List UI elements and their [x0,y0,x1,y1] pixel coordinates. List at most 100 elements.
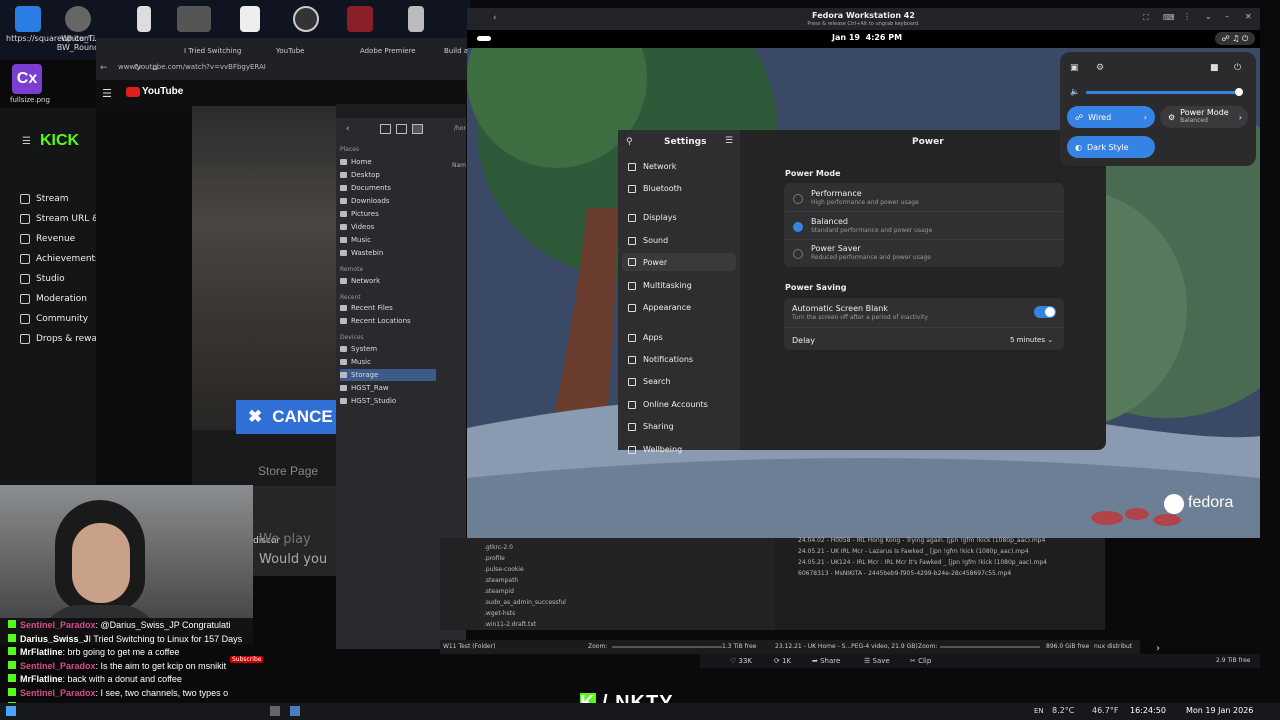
taskbar-date[interactable]: Mon 19 Jan 2026 [1186,706,1253,715]
settings-nav-multitasking[interactable]: Multitasking [628,281,692,290]
chevron-right-icon[interactable]: › [1144,113,1147,122]
url-bar[interactable]: www.youtube.com/watch?v=vvBFbgyERAI [118,63,266,71]
volume-slider-knob[interactable] [1234,88,1243,96]
share-button[interactable]: ➦ Share [812,657,840,665]
wired-toggle[interactable]: ☍ Wired › [1067,106,1155,128]
save-button[interactable]: ☰ Save [864,657,890,665]
auto-blank-toggle[interactable] [1034,306,1056,318]
grid-view-icon[interactable] [380,124,391,134]
sidebar-item-desktop[interactable]: Desktop [340,169,436,181]
kick-nav-stream-url[interactable]: Stream URL & [20,214,99,224]
power-mode-option[interactable]: Power Saver Reduced performance and power… [811,244,931,261]
browser-tab[interactable]: Build a [444,42,468,60]
activities-indicator[interactable] [477,36,491,41]
sidebar-item-music[interactable]: Music [340,234,436,246]
file-row[interactable]: .win11-2.draft.txt [484,621,536,628]
desktop-icon-rs[interactable] [338,2,382,34]
file-row[interactable]: .wget-hsts [484,610,515,617]
back-icon[interactable]: ← [100,63,108,73]
lock-icon[interactable]: ■ [1210,63,1219,73]
settings-nav-online-accounts[interactable]: Online Accounts [628,400,708,409]
video-file-row[interactable]: 60678313 - MsNIKITA - 2445beb9-f905-4299… [798,570,1011,577]
fullscreen-icon[interactable]: ⛶ [1143,13,1149,23]
settings-nav-appearance[interactable]: Appearance [628,303,691,312]
path-bar[interactable]: /hor [454,125,466,132]
settings-nav-power[interactable]: Power [622,253,736,271]
power-mode-toggle[interactable]: ⚙ Power Mode Balanced › [1160,106,1248,128]
menu-icon[interactable]: ☰ [725,136,733,146]
subscribe-button[interactable]: Subscribe [230,656,264,663]
chat-username[interactable]: Darius_Swiss_J [20,634,89,644]
sidebar-item-recent-locations[interactable]: Recent Locations [340,315,436,327]
file-row[interactable]: .pulse-cookie [484,566,524,573]
minimize-icon[interactable]: – [1225,12,1229,21]
sidebar-item-storage[interactable]: Storage [340,369,436,381]
back-icon[interactable]: ‹ [493,13,497,23]
keyboard-icon[interactable]: ⌨ [1163,13,1175,22]
list-view-icon[interactable] [396,124,407,134]
kick-nav-drops[interactable]: Drops & rewa [20,334,97,344]
radio-performance[interactable] [793,194,803,204]
radio-balanced[interactable] [793,222,803,232]
language-indicator[interactable]: EN [1034,707,1044,715]
chat-username[interactable]: MrFlatline [20,647,63,657]
chevron-down-icon[interactable]: ⌄ [1205,12,1212,21]
power-mode-option[interactable]: Performance High performance and power us… [811,189,919,206]
volume-slider[interactable] [1086,88,1243,96]
cancel-button[interactable]: ✖ CANCE [236,400,346,434]
dark-style-toggle[interactable]: ◐ Dark Style [1067,136,1155,158]
more-icon[interactable]: ⋮ [1183,12,1191,21]
chat-username[interactable]: MrFlatline [20,674,63,684]
menu-icon[interactable]: ☰ [22,136,31,147]
desktop-icon-doc2[interactable] [228,2,272,34]
power-icon[interactable]: ⏻ [1234,63,1241,73]
kick-nav-moderation[interactable]: Moderation [20,294,87,304]
chat-username[interactable]: Sentinel_Paradox [20,620,96,630]
radio-power-saver[interactable] [793,249,803,259]
back-icon[interactable]: ‹ [346,124,350,134]
chevron-right-icon[interactable]: › [1239,113,1242,122]
sidebar-item-videos[interactable]: Videos [340,221,436,233]
kick-nav-community[interactable]: Community [20,314,88,324]
gnome-clock[interactable]: Jan 19 4:26 PM [832,33,902,42]
kick-nav-achievements[interactable]: Achievements [20,254,100,264]
sidebar-item-network[interactable]: Network [340,275,436,287]
file-row[interactable]: .steampid [484,588,514,595]
column-header-name[interactable]: Nam [452,162,466,169]
settings-nav-sound[interactable]: Sound [628,236,668,245]
cx-app-icon[interactable]: Cx [12,64,42,94]
file-row[interactable]: .steampath [484,577,518,584]
delay-dropdown[interactable]: 5 minutes ⌄ [1010,336,1053,344]
video-file-row[interactable]: 24.05.21 - UK IRL Mcr - Lazarus Is Fawke… [798,548,1029,555]
kick-nav-studio[interactable]: Studio [20,274,65,284]
file-row[interactable]: .profile [484,555,505,562]
chevron-right-icon[interactable]: › [1156,643,1160,654]
settings-nav-displays[interactable]: Displays [628,213,677,222]
sidebar-item-system[interactable]: System [340,343,436,355]
search-icon[interactable]: ⚲ [626,137,633,147]
desktop-icon-doc[interactable] [122,2,166,34]
desktop-icon-game[interactable] [172,2,216,34]
start-icon[interactable] [6,706,16,716]
kick-nav-stream[interactable]: Stream [20,194,69,204]
clip-button[interactable]: ✂ Clip [910,657,931,665]
taskbar-clock[interactable]: 16:24:50 [1130,706,1166,715]
sidebar-item-downloads[interactable]: Downloads [340,195,436,207]
desktop-icon-case[interactable] [394,2,438,34]
chat-username[interactable]: Sentinel_Paradox [20,661,96,671]
sidebar-item-hgst-studio[interactable]: HGST_Studio [340,395,436,407]
power-mode-option[interactable]: Balanced Standard performance and power u… [811,217,932,234]
file-row[interactable]: .sudo_as_admin_successful [484,599,566,606]
taskbar-app-icon[interactable] [270,706,280,716]
sidebar-item-wastebin[interactable]: Wastebin [340,247,436,259]
taskbar-app-icon[interactable] [290,706,300,716]
desktop-icon-image[interactable]: White_Ti BW_Round [56,2,100,52]
sidebar-item-music[interactable]: Music [340,356,436,368]
sidebar-item-documents[interactable]: Documents [340,182,436,194]
zoom-slider[interactable] [612,646,722,648]
browser-tab[interactable]: I Tried Switching [184,42,254,60]
video-file-row[interactable]: 24.05.21 - UK124 - IRL Mcr : IRL Mcr It'… [798,559,1047,566]
settings-nav-search[interactable]: Search [628,377,670,386]
close-icon[interactable]: ✕ [1245,12,1252,21]
sidebar-item-hgst-raw[interactable]: HGST_Raw [340,382,436,394]
